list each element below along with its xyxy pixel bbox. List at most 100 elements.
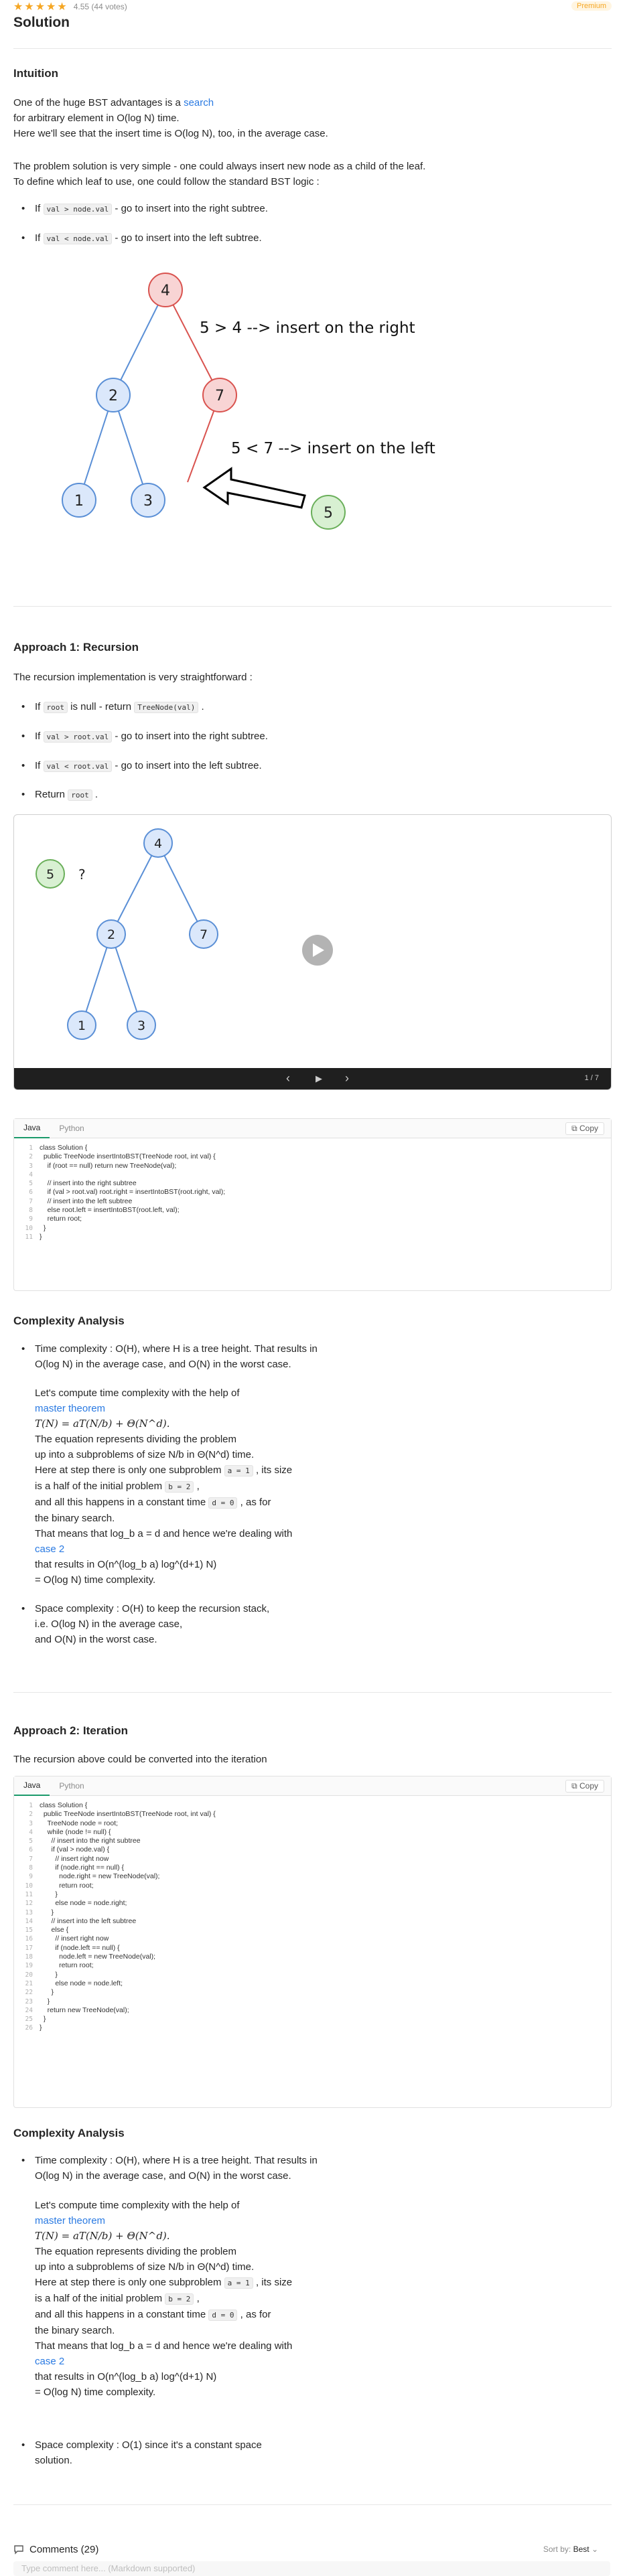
line-number: 7 [29, 1197, 33, 1205]
complexity1-detail: Let's compute time complexity with the h… [35, 1385, 598, 1588]
text: solution. [35, 2455, 72, 2466]
line-number: 9 [29, 1215, 33, 1223]
code-line: 18 node.left = new TreeNode(val); [14, 1953, 611, 1961]
inline-code: a = 1 [224, 1465, 253, 1476]
master-theorem-link[interactable]: master theorem [35, 1403, 105, 1414]
text: O(log N) in the average case, and O(N) i… [35, 2170, 291, 2182]
prev-slide-button[interactable]: ‹ [286, 1071, 290, 1085]
line-number: 8 [29, 1207, 33, 1215]
line-number: 4 [29, 1828, 33, 1836]
node-label: 3 [143, 493, 153, 510]
code-line: 7 // insert into the left subtree [14, 1197, 611, 1206]
line-number: 12 [25, 1900, 33, 1908]
tab-java[interactable]: Java [14, 1776, 50, 1796]
line-number: 6 [29, 1846, 33, 1854]
tree-node: 3 [131, 483, 165, 518]
slideshow[interactable]: 4 2 7 1 3 5 ? ‹ ▶ › 1 / 7 [13, 814, 612, 1090]
tab-python[interactable]: Python [50, 1776, 93, 1795]
bst-insert-diagram: 4 2 7 1 3 5 5 > 4 --> insert on the righ… [62, 273, 435, 530]
rating-bar: ★★★★★ 4.55 (44 votes) [13, 0, 612, 13]
code-line: 8 if (node.right == null) { [14, 1864, 611, 1872]
next-slide-button[interactable]: › [345, 1071, 349, 1085]
tree-edge [111, 842, 159, 935]
text: If [35, 760, 44, 771]
tab-python[interactable]: Python [50, 1119, 93, 1138]
line-source: else root.left = insertIntoBST(root.left… [40, 1206, 180, 1215]
text: that results in O(n^(log_b a) log^(d+1) … [35, 1559, 217, 1570]
node-label: 7 [200, 927, 208, 942]
text: the binary search. [35, 1513, 115, 1524]
text: , [194, 1481, 200, 1492]
sort-control[interactable]: Sort by: Best ⌄ [543, 2545, 598, 2554]
line-source: // insert into the right subtree [40, 1837, 141, 1845]
line-number: 8 [29, 1864, 33, 1872]
text: Let's compute time complexity with the h… [35, 2200, 240, 2211]
code-line: 7 // insert right now [14, 1855, 611, 1864]
case-2-link[interactable]: case 2 [35, 2356, 64, 2367]
inline-code: d = 0 [208, 1497, 238, 1509]
play-button[interactable]: ▶ [316, 1073, 322, 1084]
line-number: 17 [25, 1944, 33, 1952]
sort-value: Best [573, 2545, 589, 2554]
tree-node: 7 [189, 919, 218, 949]
comments-header: Comments (29) Sort by: Best ⌄ [13, 2541, 612, 2557]
code-line: 13 } [14, 1908, 611, 1917]
line-number: 1 [29, 1144, 33, 1152]
inline-code: a = 1 [224, 2277, 253, 2289]
text: and all this happens in a constant time [35, 1497, 209, 1508]
inline-code: root [43, 702, 68, 713]
line-number: 2 [29, 1153, 33, 1161]
code-line: 1 class Solution { [14, 1801, 611, 1810]
approach2-heading: Approach 2: Iteration [13, 1724, 128, 1737]
text: , as for [237, 1497, 271, 1508]
text: Time complexity : O(H), where H is a tre… [35, 1343, 318, 1355]
text: up into a subproblems of size N/b in Θ(N… [35, 2261, 255, 2273]
line-source: if (root == null) return new TreeNode(va… [40, 1161, 177, 1170]
copy-label: Copy [579, 1781, 598, 1791]
list-item: If val < root.val - go to insert into th… [13, 758, 262, 774]
case-2-link[interactable]: case 2 [35, 1543, 64, 1555]
star-rating-icon[interactable]: ★★★★★ [13, 0, 68, 13]
master-theorem-link[interactable]: master theorem [35, 2215, 105, 2226]
line-source: public TreeNode insertIntoBST(TreeNode r… [40, 1810, 216, 1819]
comment-input[interactable]: Type comment here... (Markdown supported… [13, 2561, 610, 2576]
line-source: else { [40, 1926, 69, 1935]
code-line: 10 } [14, 1224, 611, 1233]
copy-button[interactable]: ⧉ Copy [565, 1780, 604, 1793]
divider [13, 2504, 612, 2505]
copy-button[interactable]: ⧉ Copy [565, 1122, 604, 1135]
tab-java[interactable]: Java [14, 1118, 50, 1138]
code-line: 10 return root; [14, 1882, 611, 1890]
text: Time complexity : O(H), where H is a tre… [35, 2155, 318, 2166]
line-number: 10 [25, 1224, 33, 1232]
text: The problem solution is very simple - on… [13, 161, 426, 172]
line-number: 7 [29, 1855, 33, 1863]
code-line: 4 [14, 1170, 611, 1179]
node-label: 2 [109, 388, 118, 404]
inline-code: val < root.val [43, 761, 113, 772]
text: the binary search. [35, 2325, 115, 2336]
line-number: 6 [29, 1189, 33, 1197]
tree-node: 1 [67, 1010, 96, 1040]
tree-node: 2 [96, 378, 131, 412]
line-source: if (node.right == null) { [40, 1864, 125, 1872]
code-line: 23 } [14, 1997, 611, 2006]
code-line: 3 if (root == null) return new TreeNode(… [14, 1162, 611, 1170]
node-label: 1 [78, 1018, 86, 1033]
code-line: 1 class Solution { [14, 1144, 611, 1152]
text: and O(N) in the worst case. [35, 1634, 157, 1645]
code-lines: 1 class Solution {2 public TreeNode inser… [14, 1796, 611, 2038]
text: Here we'll see that the insert time is O… [13, 128, 328, 139]
tree-edge [113, 289, 166, 396]
node-label: 1 [74, 493, 84, 510]
line-source: return root; [40, 1215, 82, 1223]
code-line: 11} [14, 1233, 611, 1241]
line-source: } [40, 1988, 54, 1997]
line-number: 1 [29, 1802, 33, 1809]
code-lines: 1 class Solution {2 public TreeNode inser… [14, 1138, 611, 1247]
insert-arrow-icon [202, 467, 306, 509]
slide-diagram: 4 2 7 1 3 5 ? [36, 828, 333, 1040]
text: If [35, 232, 44, 244]
code-line: 6 if (val > node.val) { [14, 1845, 611, 1854]
search-link[interactable]: search [184, 97, 214, 108]
